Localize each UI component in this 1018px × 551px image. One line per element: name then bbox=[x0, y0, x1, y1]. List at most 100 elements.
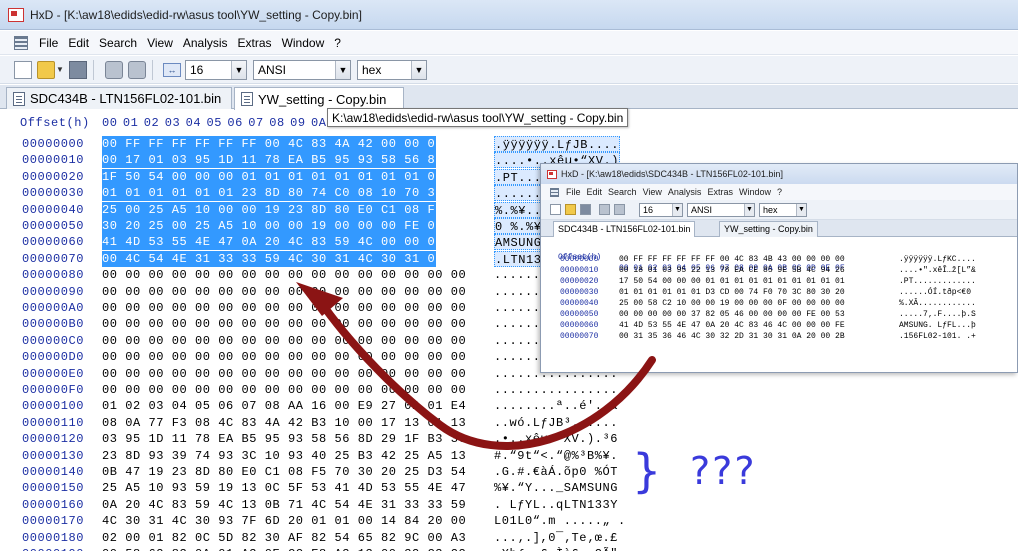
save-icon[interactable] bbox=[580, 204, 591, 215]
hex-row[interactable]: 00000180 02 00 01 82 0C 5D 82 30 AF 82 54… bbox=[0, 530, 1018, 546]
row-ascii[interactable]: %¥.“Y..._SAMSUNG bbox=[494, 480, 618, 496]
row-bytes[interactable]: 00 00 00 00 00 00 00 00 00 00 00 00 00 0… bbox=[102, 316, 466, 332]
save-icon[interactable] bbox=[69, 60, 87, 79]
row-bytes[interactable]: 30 20 25 00 25 A5 10 00 00 19 00 00 00 F… bbox=[102, 218, 466, 234]
hex-row[interactable]: 00000000 00 FF FF FF FF FF FF 00 4C 83 4A… bbox=[0, 136, 1018, 152]
inset-row-ascii[interactable]: ....•".xêÎ…ž[L”& bbox=[899, 265, 976, 276]
open-disk-icon[interactable] bbox=[105, 60, 123, 79]
tab-yw-setting[interactable]: YW_setting - Copy.bin bbox=[234, 87, 404, 110]
row-bytes[interactable]: 25 00 25 A5 10 00 00 19 23 8D 80 E0 C1 0… bbox=[102, 201, 466, 218]
chevron-down-icon[interactable]: ▼ bbox=[231, 60, 246, 79]
row-ascii[interactable]: .•..xêµ•“XV.).³6 bbox=[494, 431, 618, 447]
inset-charset-select[interactable]: ANSI ▼ bbox=[687, 202, 755, 217]
inset-menu-file[interactable]: File bbox=[563, 187, 584, 197]
row-bytes[interactable]: 23 8D 93 39 74 93 3C 10 93 40 25 B3 42 2… bbox=[102, 448, 466, 464]
hex-row[interactable]: 00000130 23 8D 93 39 74 93 3C 10 93 40 25… bbox=[0, 448, 1018, 464]
row-bytes[interactable]: 25 A5 10 93 59 19 13 0C 5F 53 41 4D 53 5… bbox=[102, 480, 466, 496]
hex-row[interactable]: 00000110 08 0A 77 F3 08 4C 83 4A 42 B3 10… bbox=[0, 415, 1018, 431]
hex-row[interactable]: 00000140 0B 47 19 23 8D 80 E0 C1 08 F5 70… bbox=[0, 464, 1018, 480]
inset-row-ascii[interactable]: .ÿÿÿÿÿÿ.LƒKC.... bbox=[899, 254, 976, 265]
chevron-down-icon[interactable]: ▼ bbox=[335, 60, 350, 79]
inset-tab-yw-setting[interactable]: YW_setting - Copy.bin bbox=[719, 221, 818, 237]
open-ram-icon[interactable] bbox=[614, 204, 625, 215]
row-bytes[interactable]: 00 00 00 00 00 00 00 00 00 00 00 00 00 0… bbox=[102, 267, 466, 283]
inset-hex-row[interactable]: 00000060 41 4D 53 55 4E 47 0A 20 4C 83 46… bbox=[541, 320, 1017, 331]
inset-hex-row[interactable]: 00000000 00 FF FF FF FF FF FF 00 4C 83 4B… bbox=[541, 254, 1017, 265]
inset-hex-row[interactable]: 00000070 00 31 35 36 46 4C 30 32 2D 31 30… bbox=[541, 331, 1017, 342]
menu-extras[interactable]: Extras bbox=[233, 31, 277, 55]
inset-hex-row[interactable]: 00000040 25 00 58 C2 10 00 00 19 00 00 00… bbox=[541, 298, 1017, 309]
row-bytes[interactable]: 41 4D 53 55 4E 47 0A 20 4C 83 59 4C 00 0… bbox=[102, 234, 466, 251]
menu-search[interactable]: Search bbox=[94, 31, 142, 55]
inset-row-bytes[interactable]: 00 18 01 03 95 22 13 78 EA CE 85 9E 5B 4… bbox=[619, 265, 845, 276]
inset-row-bytes[interactable]: 17 50 54 00 00 00 01 01 01 01 01 01 01 0… bbox=[619, 276, 845, 287]
inset-row-bytes[interactable]: 41 4D 53 55 4E 47 0A 20 4C 83 46 4C 00 0… bbox=[619, 320, 845, 331]
chevron-down-icon[interactable]: ▼ bbox=[411, 60, 426, 79]
row-ascii[interactable]: ........ª..é'..ä bbox=[494, 398, 618, 414]
row-ascii[interactable]: L01L0“.m .....„ . bbox=[494, 513, 626, 529]
row-ascii[interactable]: .Xbƒ..£.Ìè£..2Ã" bbox=[494, 546, 618, 551]
row-bytes[interactable]: 08 0A 77 F3 08 4C 83 4A 42 B3 10 00 17 1… bbox=[102, 415, 466, 431]
inset-menu-view[interactable]: View bbox=[640, 187, 665, 197]
menu-analysis[interactable]: Analysis bbox=[178, 31, 233, 55]
chevron-down-icon[interactable]: ▼ bbox=[672, 203, 682, 216]
hex-row[interactable]: 00000100 01 02 03 04 05 06 07 08 AA 16 00… bbox=[0, 398, 1018, 414]
row-bytes[interactable]: 0A 20 4C 83 59 4C 13 0B 71 4C 54 4E 31 3… bbox=[102, 497, 466, 513]
inset-hex-row[interactable]: 00000050 00 00 00 00 00 37 82 05 46 00 00… bbox=[541, 309, 1017, 320]
row-ascii[interactable]: #.“9t“<.“@%³B%¥. bbox=[494, 448, 618, 464]
row-bytes[interactable]: 03 95 1D 11 78 EA B5 95 93 58 56 8D 29 1… bbox=[102, 431, 466, 447]
document-menu-icon[interactable] bbox=[14, 35, 28, 50]
hex-row[interactable]: 00000150 25 A5 10 93 59 19 13 0C 5F 53 41… bbox=[0, 480, 1018, 496]
inset-hex-row[interactable]: 00000030 01 01 01 01 01 01 D3 CD 00 74 F0… bbox=[541, 287, 1017, 298]
hex-row[interactable]: 00000170 4C 30 31 4C 30 93 7F 6D 20 01 01… bbox=[0, 513, 1018, 529]
inset-menu-help[interactable]: ? bbox=[774, 187, 785, 197]
row-bytes[interactable]: 00 4C 54 4E 31 33 33 59 4C 30 31 4C 30 3… bbox=[102, 250, 466, 267]
hex-row[interactable]: 00000160 0A 20 4C 83 59 4C 13 0B 71 4C 54… bbox=[0, 497, 1018, 513]
row-bytes[interactable]: 00 00 00 00 00 00 00 00 00 00 00 00 00 0… bbox=[102, 333, 466, 349]
inset-hex-row[interactable]: 00000020 17 50 54 00 00 00 01 01 01 01 01… bbox=[541, 276, 1017, 287]
row-bytes[interactable]: 00 00 00 00 00 00 00 00 00 00 00 00 00 0… bbox=[102, 366, 466, 382]
inset-row-ascii[interactable]: .....7‚.F....þ.S bbox=[899, 309, 976, 320]
bytes-per-row-select[interactable]: 16 ▼ bbox=[185, 59, 247, 80]
inset-row-bytes[interactable]: 25 00 58 C2 10 00 00 19 00 00 00 0F 00 0… bbox=[619, 298, 845, 309]
chevron-down-icon[interactable]: ▼ bbox=[744, 203, 754, 216]
menu-file[interactable]: File bbox=[34, 31, 63, 55]
new-file-icon[interactable] bbox=[550, 204, 561, 215]
tab-sdc434b[interactable]: SDC434B - LTN156FL02-101.bin bbox=[6, 87, 232, 109]
charset-select[interactable]: ANSI ▼ bbox=[253, 59, 351, 80]
row-bytes[interactable]: 00 17 01 03 95 1D 11 78 EA B5 95 93 58 5… bbox=[102, 152, 466, 169]
inset-row-bytes[interactable]: 01 01 01 01 01 01 D3 CD 00 74 F0 70 3C 8… bbox=[619, 287, 845, 298]
inset-row-bytes[interactable]: 00 31 35 36 46 4C 30 32 2D 31 30 31 0A 2… bbox=[619, 331, 845, 342]
row-ascii[interactable]: ..wó.LƒJB³...... bbox=[494, 415, 618, 431]
row-bytes[interactable]: 0B 47 19 23 8D 80 E0 C1 08 F5 70 30 20 2… bbox=[102, 464, 466, 480]
hex-row[interactable]: 000000F0 00 00 00 00 00 00 00 00 00 00 00… bbox=[0, 382, 1018, 398]
row-bytes[interactable]: 00 00 00 00 00 00 00 00 00 00 00 00 00 0… bbox=[102, 300, 466, 316]
inset-row-ascii[interactable]: AMSUNG. LƒFL...þ bbox=[899, 320, 976, 331]
inset-tab-sdc434b[interactable]: SDC434B - LTN156FL02-101.bin bbox=[553, 221, 696, 237]
inset-row-bytes[interactable]: 00 FF FF FF FF FF FF 00 4C 83 4B 43 00 0… bbox=[619, 254, 845, 265]
row-bytes[interactable]: 00 FF FF FF FF FF FF 00 4C 83 4A 42 00 0… bbox=[102, 136, 466, 152]
row-bytes[interactable]: 1F 50 54 00 00 00 01 01 01 01 01 01 01 0… bbox=[102, 168, 466, 185]
inset-row-ascii[interactable]: ......ÓÍ.tðp<€0 bbox=[899, 287, 976, 298]
row-bytes[interactable]: 4C 30 31 4C 30 93 7F 6D 20 01 01 00 14 8… bbox=[102, 513, 466, 529]
row-bytes[interactable]: 00 00 00 00 00 00 00 00 00 00 00 00 00 0… bbox=[102, 382, 466, 398]
hex-row[interactable]: 00000190 00 58 62 83 0A 01 A3 0E CC E8 A3… bbox=[0, 546, 1018, 551]
inset-menu-window[interactable]: Window bbox=[736, 187, 774, 197]
row-ascii[interactable]: .G.#.€àÁ.õp0 %ÓT bbox=[494, 464, 618, 480]
open-dropdown-icon[interactable]: ▼ bbox=[56, 61, 64, 79]
inset-menu-search[interactable]: Search bbox=[605, 187, 640, 197]
menu-edit[interactable]: Edit bbox=[63, 31, 94, 55]
row-bytes[interactable]: 00 58 62 83 0A 01 A3 0E CC E8 A3 13 00 3… bbox=[102, 546, 466, 551]
row-ascii[interactable]: ................ bbox=[494, 382, 618, 398]
inset-hex-row[interactable]: 00000010 00 18 01 03 95 22 13 78 EA CE 85… bbox=[541, 265, 1017, 276]
inset-row-ascii[interactable]: .PT............. bbox=[899, 276, 976, 287]
row-ascii[interactable]: . LƒYL..qLTN133Y bbox=[494, 497, 618, 513]
row-bytes[interactable]: 02 00 01 82 0C 5D 82 30 AF 82 54 65 82 9… bbox=[102, 530, 466, 546]
inset-menu-analysis[interactable]: Analysis bbox=[665, 187, 705, 197]
row-bytes[interactable]: 00 00 00 00 00 00 00 00 00 00 00 00 00 0… bbox=[102, 284, 466, 300]
inset-row-bytes[interactable]: 00 00 00 00 00 37 82 05 46 00 00 00 00 F… bbox=[619, 309, 845, 320]
open-folder-icon[interactable] bbox=[37, 60, 55, 79]
menu-help[interactable]: ? bbox=[329, 31, 346, 55]
inset-display-mode-select[interactable]: hex ▼ bbox=[759, 202, 807, 217]
inset-hex-editor[interactable]: Offset(h) 00 01 02 03 04 05 06 07 08 09 … bbox=[541, 237, 1017, 372]
